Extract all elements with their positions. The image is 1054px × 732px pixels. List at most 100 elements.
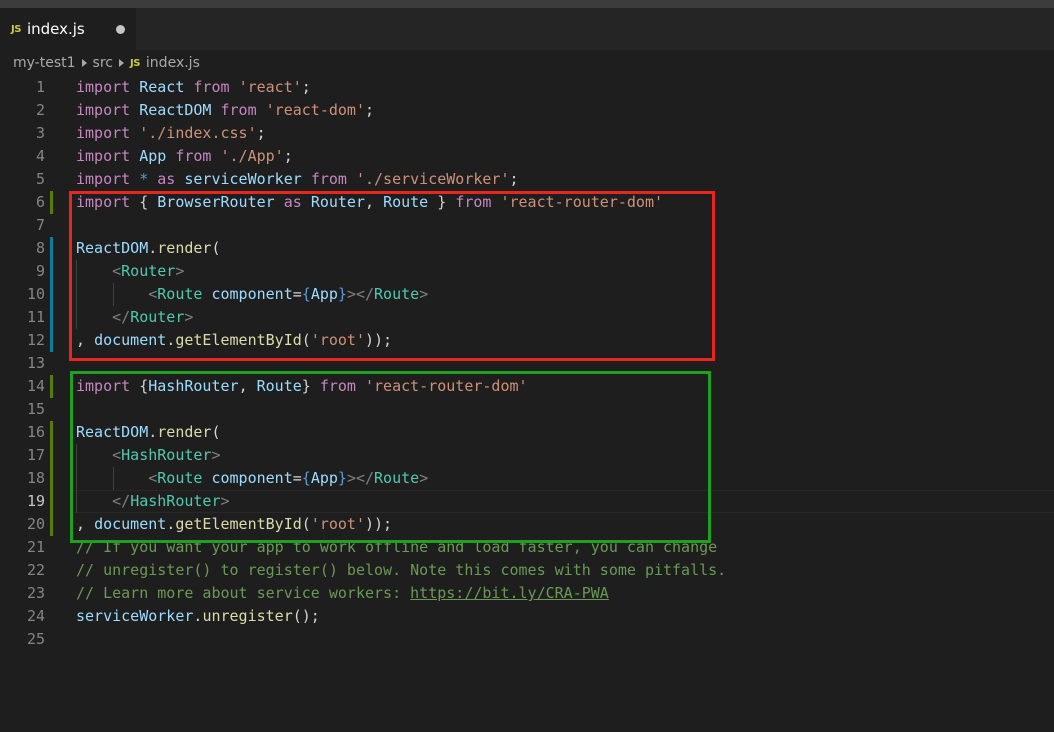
code-line[interactable]: 7 — [0, 214, 1054, 237]
code-text: <Route component={App}></Route> — [76, 283, 428, 306]
code-line[interactable]: 1 import React from 'react'; — [0, 76, 1054, 99]
code-line[interactable]: 22 // unregister() to register() below. N… — [0, 559, 1054, 582]
line-number: 11 — [26, 308, 45, 326]
tab-label: index.js — [26, 20, 85, 38]
git-change-marker[interactable] — [50, 444, 53, 467]
token-id: ReactDOM — [76, 423, 149, 441]
breadcrumb-item-file[interactable]: index.js — [146, 55, 200, 71]
line-number: 15 — [26, 400, 45, 418]
code-line[interactable]: 12, document.getElementById('root')); — [0, 329, 1054, 352]
token-brace: { — [301, 469, 311, 487]
git-change-marker[interactable] — [50, 329, 53, 352]
code-line[interactable]: 17 <HashRouter> — [0, 444, 1054, 467]
line-number: 25 — [26, 630, 45, 648]
token-pun — [166, 147, 175, 165]
git-change-marker[interactable] — [50, 375, 53, 398]
code-line[interactable]: 14 import {HashRouter, Route} from 'react… — [0, 375, 1054, 398]
code-text: </Router> — [76, 306, 193, 329]
git-change-marker[interactable] — [50, 513, 53, 536]
git-change-marker[interactable] — [50, 260, 53, 283]
code-line[interactable]: 23 // Learn more about service workers: h… — [0, 582, 1054, 605]
token-id: App — [139, 147, 167, 165]
token-kw: import — [76, 193, 131, 211]
token-ang: > — [419, 469, 429, 487]
breadcrumb-item-project[interactable]: my-test1 — [13, 55, 76, 71]
code-line[interactable]: 8 ReactDOM.render( — [0, 237, 1054, 260]
line-number: 16 — [26, 423, 45, 441]
git-change-marker[interactable] — [50, 421, 53, 444]
token-ang: < — [148, 469, 158, 487]
token-pun: ; — [509, 170, 519, 188]
line-number: 4 — [35, 147, 45, 165]
token-str: 'react-router-dom' — [365, 377, 528, 395]
code-line[interactable]: 21 // If you want your app to work offlin… — [0, 536, 1054, 559]
git-change-marker[interactable] — [50, 237, 53, 260]
tab-index-js[interactable]: JS index.js — [0, 8, 136, 50]
line-number: 13 — [26, 354, 45, 372]
code-line[interactable]: 24 serviceWorker.unregister(); — [0, 605, 1054, 628]
token-kw: from — [310, 170, 347, 188]
token-tag: HashRouter — [130, 492, 221, 510]
code-line[interactable]: 9 <Router> — [0, 260, 1054, 283]
code-line[interactable]: 15 — [0, 398, 1054, 421]
git-change-marker[interactable] — [50, 467, 53, 490]
line-number: 20 — [26, 515, 45, 533]
token-pun: { — [130, 193, 158, 211]
token-ang: > — [419, 285, 429, 303]
token-pun — [347, 170, 356, 188]
code-text: // Learn more about service workers: htt… — [76, 582, 609, 605]
token-pun — [148, 170, 157, 188]
token-kw: as — [283, 193, 302, 211]
code-line[interactable]: 10 <Route component={App}></Route> — [0, 283, 1054, 306]
token-kw: from — [193, 78, 230, 96]
code-line[interactable]: 2 import ReactDOM from 'react-dom'; — [0, 99, 1054, 122]
code-line[interactable]: 11 </Router> — [0, 306, 1054, 329]
breadcrumb-item-src[interactable]: src — [93, 55, 113, 71]
token-pun: . — [148, 239, 158, 257]
code-line[interactable]: 20, document.getElementById('root')); — [0, 513, 1054, 536]
line-number: 6 — [35, 193, 45, 211]
token-ang: > — [211, 446, 221, 464]
code-line[interactable]: 5 import * as serviceWorker from './servi… — [0, 168, 1054, 191]
code-line[interactable]: 25 — [0, 628, 1054, 651]
code-line[interactable]: 18 <Route component={App}></Route> — [0, 467, 1054, 490]
token-str: './serviceWorker' — [355, 170, 510, 188]
token-link[interactable]: https://bit.ly/CRA-PWA — [410, 584, 609, 602]
token-kw: from — [175, 147, 212, 165]
token-str: 'react-router-dom' — [500, 193, 664, 211]
token-pun — [356, 377, 365, 395]
token-pun — [211, 147, 220, 165]
git-change-marker[interactable] — [50, 283, 53, 306]
token-pun: , — [365, 193, 384, 211]
unsaved-dot-icon[interactable] — [116, 25, 125, 34]
code-line[interactable]: 19 </HashRouter> — [0, 490, 1054, 513]
code-line[interactable]: 13 — [0, 352, 1054, 375]
code-text: // If you want your app to work offline … — [76, 536, 717, 559]
line-number: 7 — [35, 216, 45, 234]
token-pun — [76, 308, 112, 326]
token-pun — [76, 469, 148, 487]
git-change-marker[interactable] — [50, 306, 53, 329]
code-text: // unregister() to register() below. Not… — [76, 559, 726, 582]
token-str: 'react-dom' — [265, 101, 365, 119]
token-id: Router — [310, 193, 365, 211]
token-pun: = — [292, 469, 302, 487]
code-line[interactable]: 6 import { BrowserRouter as Router, Route… — [0, 191, 1054, 214]
code-editor[interactable]: 1 import React from 'react'; 2 import React… — [0, 74, 1054, 732]
code-line[interactable]: 3 import './index.css'; — [0, 122, 1054, 145]
code-line[interactable]: 16 ReactDOM.render( — [0, 421, 1054, 444]
git-change-marker[interactable] — [50, 490, 53, 513]
code-line[interactable]: 4 import App from './App'; — [0, 145, 1054, 168]
token-id: serviceWorker — [184, 170, 302, 188]
code-text: import React from 'react'; — [76, 76, 311, 99]
token-id: Route — [256, 377, 302, 395]
token-pun: ; — [365, 101, 375, 119]
line-number: 17 — [26, 446, 45, 464]
code-text: <Route component={App}></Route> — [76, 467, 428, 490]
git-change-marker[interactable] — [50, 191, 53, 214]
token-ang: > — [220, 492, 230, 510]
token-attr: component — [211, 285, 293, 303]
token-pun — [76, 492, 112, 510]
token-fn: render — [157, 239, 212, 257]
token-str: 'root' — [310, 515, 365, 533]
